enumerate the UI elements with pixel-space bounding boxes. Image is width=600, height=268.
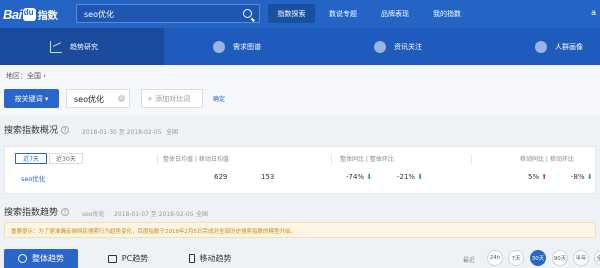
nav-my-index[interactable]: 我的指数: [425, 4, 469, 23]
help-icon[interactable]: ?: [61, 126, 70, 134]
range-90d[interactable]: 90天: [552, 250, 568, 266]
mobile-yoy: 5% ⬆: [528, 173, 548, 181]
overall-daily-average: 629: [214, 173, 228, 181]
add-compare-button[interactable]: + 添加对比词: [141, 89, 203, 108]
overview-date-range: 2018-01-30 至 2018-02-05: [82, 129, 162, 136]
mobile-daily-average: 153: [261, 173, 275, 181]
trend-title: 搜索指数趋势?: [4, 205, 70, 218]
overview-title: 搜索指数概况?: [4, 123, 70, 136]
news-icon: [374, 40, 386, 53]
tab-trend-research[interactable]: 趋势研究: [0, 28, 164, 65]
overall-icon: [18, 254, 27, 263]
overview-table: 近7天 近30天 整体日均值 | 移动日均值 整体同比 | 整体环比 移动同比 …: [4, 146, 596, 194]
tab-last-7-days[interactable]: 近7天: [15, 153, 47, 164]
nav-index-explore[interactable]: 指数探索: [268, 4, 315, 23]
filter-panel: 地区：全国 › 按关键词 ▾ seo优化 × + 添加对比词 确定: [0, 65, 600, 115]
demand-map-icon: [213, 40, 225, 53]
down-arrow-icon: ⬇: [417, 173, 424, 181]
overview-keyword-link[interactable]: seo优化: [21, 173, 45, 183]
overall-yoy: -74% ⬇: [346, 173, 373, 181]
mobile-icon: [188, 254, 195, 263]
remove-keyword-icon[interactable]: ×: [118, 95, 125, 102]
column-header-overall-change: 整体同比 | 整体环比: [331, 154, 451, 164]
search-icon[interactable]: [243, 9, 252, 18]
notice-banner: 重要提示：为了更准确反映网民搜索行为趋势变化，百度指数于2018年2月5日完成对…: [4, 222, 596, 238]
tab-mobile-trend[interactable]: 移动趋势: [178, 249, 242, 268]
sub-navigation: 趋势研究 需求图谱 资讯关注 人群画像: [0, 28, 600, 65]
overall-mom: -21% ⬇: [397, 173, 424, 181]
column-header-mobile-change: 移动同比 | 移动环比: [471, 154, 593, 164]
search-input[interactable]: seo优化: [76, 4, 260, 23]
tab-pc-trend[interactable]: PC趋势: [98, 249, 158, 268]
paw-logo-icon: [22, 7, 36, 21]
line-chart-icon: [50, 40, 62, 53]
top-header: Bai 指数 seo优化 指数探索 数说专题 品牌表现 我的指数 a: [0, 0, 600, 28]
confirm-link[interactable]: 确定: [213, 94, 225, 103]
keyword-mode-button[interactable]: 按关键词 ▾: [4, 89, 59, 108]
tab-overall-trend[interactable]: 整体趋势: [4, 249, 78, 268]
down-arrow-icon: ⬇: [366, 173, 373, 181]
user-profile-icon: [535, 40, 547, 53]
range-30d[interactable]: 30天: [530, 250, 546, 266]
trend-date-range: 2018-01-07 至 2018-02-05: [114, 211, 194, 218]
nav-data-topics[interactable]: 数说专题: [321, 4, 365, 23]
tab-news-attention[interactable]: 资讯关注: [374, 28, 494, 65]
range-24h[interactable]: 24h: [487, 250, 503, 266]
up-arrow-icon: ⬆: [541, 173, 548, 181]
region-selector[interactable]: 地区：全国 ›: [6, 71, 46, 81]
range-half-year[interactable]: 半年: [573, 250, 589, 266]
column-header-averages: 整体日均值 | 移动日均值: [157, 154, 229, 164]
help-icon[interactable]: ?: [61, 208, 70, 216]
keyword-chip[interactable]: seo优化 ×: [66, 89, 130, 108]
tab-demand-map[interactable]: 需求图谱: [213, 28, 333, 65]
overview-scope: 全国: [166, 129, 179, 136]
mobile-mom: -8% ⬇: [571, 173, 593, 181]
monitor-icon: [107, 254, 117, 263]
baidu-index-logo[interactable]: Bai 指数: [3, 6, 58, 22]
trend-scope: 全国: [196, 211, 209, 218]
user-menu[interactable]: a: [591, 8, 596, 17]
nav-brand-performance[interactable]: 品牌表现: [373, 4, 417, 23]
trend-keyword: seo优化: [82, 211, 105, 218]
tab-user-profile[interactable]: 人群画像: [535, 28, 600, 65]
range-7d[interactable]: 7天: [508, 250, 524, 266]
range-all[interactable]: 全部: [594, 250, 600, 266]
tab-last-30-days[interactable]: 近30天: [49, 153, 83, 164]
range-label: 最近: [463, 257, 476, 264]
down-arrow-icon: ⬇: [586, 173, 593, 181]
